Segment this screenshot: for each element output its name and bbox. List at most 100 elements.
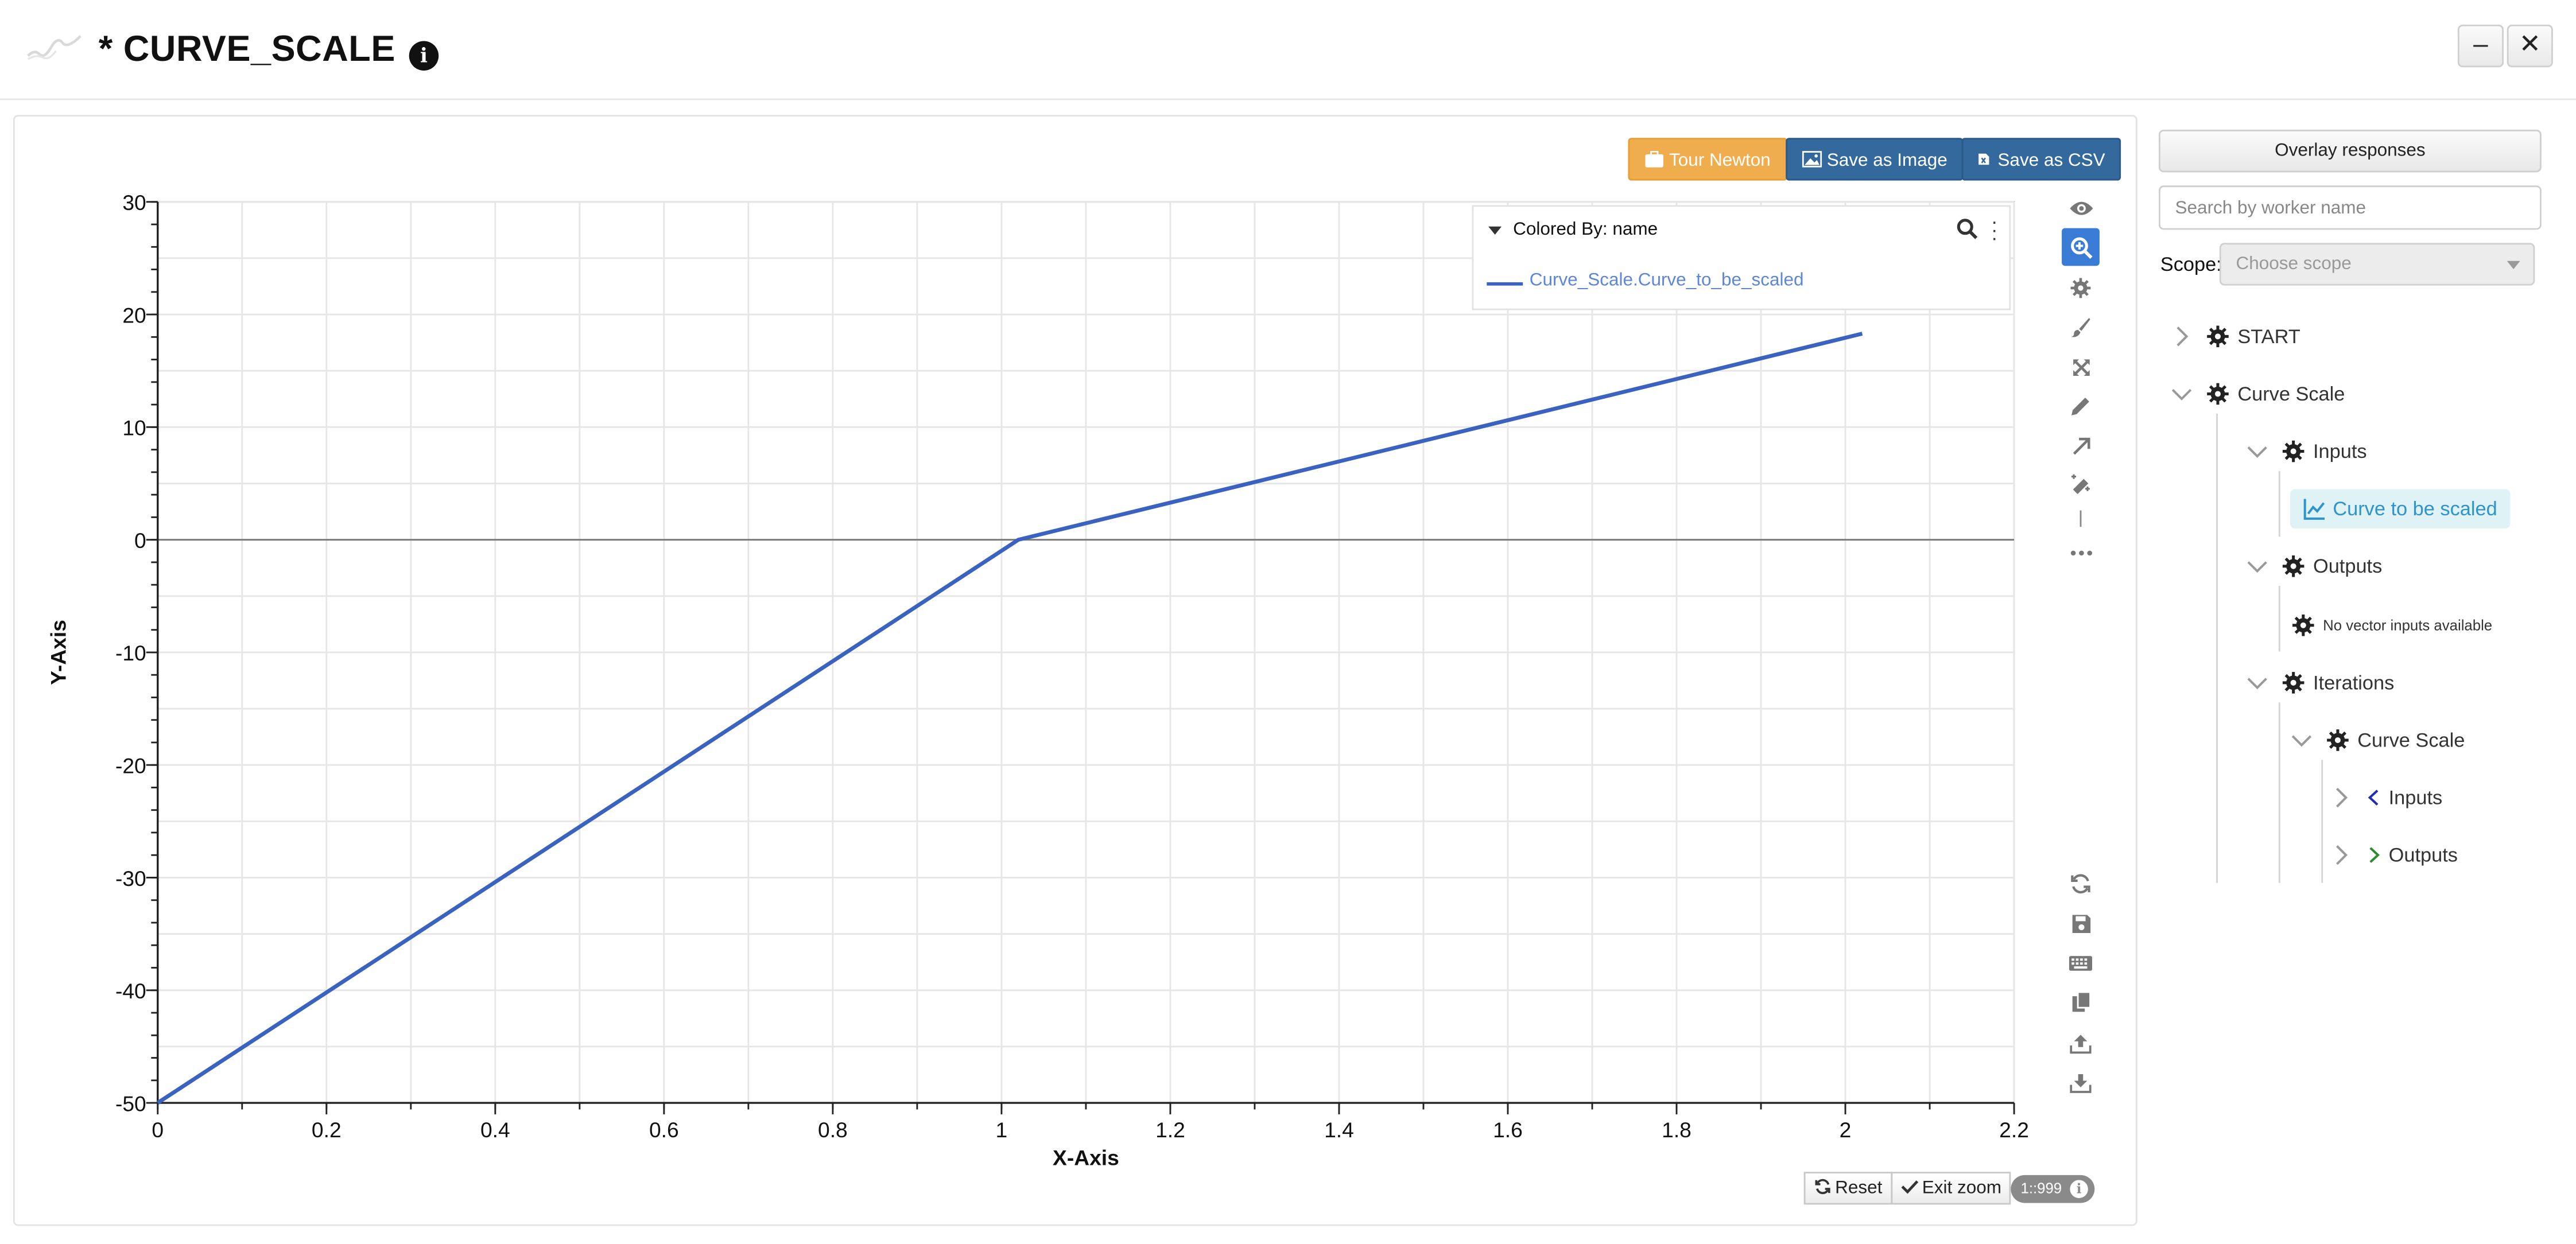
y-tick-label: -40 bbox=[115, 979, 146, 1003]
legend-header: Colored By: name bbox=[1513, 220, 1658, 240]
search-icon[interactable] bbox=[1957, 218, 1978, 239]
y-tick-label: 30 bbox=[122, 191, 146, 215]
tree-node-curve-to-be-scaled[interactable]: Curve to be scaled bbox=[2290, 489, 2511, 528]
chevron-down-icon[interactable] bbox=[2246, 555, 2269, 578]
chart-legend: Colored By: name · · · Curve_Scale.Curve_t… bbox=[1472, 205, 2011, 310]
exit-zoom-label: Exit zoom bbox=[1922, 1178, 2002, 1198]
tree-node-label: Curve Scale bbox=[2237, 382, 2345, 406]
x-tick-label: 1.2 bbox=[1155, 1118, 1185, 1142]
chevron-right-icon[interactable] bbox=[2330, 786, 2353, 809]
tree-node-outputs[interactable]: Outputs bbox=[2246, 548, 2383, 584]
chevron-down-icon[interactable] bbox=[2290, 729, 2313, 752]
download-icon[interactable] bbox=[2062, 1063, 2100, 1101]
tree-node-empty-message: No vector inputs available bbox=[2292, 607, 2492, 643]
chevron-down-icon[interactable] bbox=[2246, 671, 2269, 694]
check-icon bbox=[1901, 1180, 1919, 1194]
ratio-badge: 1::999 i bbox=[2011, 1175, 2095, 1203]
chevron-down-icon[interactable] bbox=[2246, 440, 2269, 463]
tree-guide-line bbox=[2216, 413, 2218, 883]
tree-node-iteration-inputs[interactable]: Inputs bbox=[2330, 780, 2443, 816]
suitcase-icon bbox=[1645, 151, 1663, 168]
y-axis-title: Y-Axis bbox=[46, 620, 70, 685]
chevron-right-icon bbox=[2369, 847, 2380, 863]
tree-node-label: START bbox=[2237, 325, 2300, 348]
x-tick-label: 0.2 bbox=[312, 1118, 342, 1142]
file-csv-icon bbox=[1978, 153, 1989, 165]
worker-search-input[interactable] bbox=[2158, 185, 2542, 230]
tree-node-label: Curve Scale bbox=[2357, 728, 2465, 752]
chevron-down-icon bbox=[2507, 261, 2520, 270]
more-icon[interactable] bbox=[2062, 534, 2100, 572]
chevron-right-icon[interactable] bbox=[2330, 843, 2353, 866]
tree-node-label: Outputs bbox=[2313, 554, 2383, 578]
tree-node-label: Curve to be scaled bbox=[2333, 497, 2497, 520]
keyboard-icon[interactable] bbox=[2062, 944, 2100, 982]
eraser-icon[interactable] bbox=[2062, 466, 2100, 504]
refresh-icon bbox=[1815, 1179, 1830, 1195]
toolbar-divider bbox=[2062, 500, 2100, 538]
brush-icon[interactable] bbox=[2062, 309, 2100, 347]
tree-guide-line bbox=[2321, 760, 2323, 883]
x-tick-label: 1.8 bbox=[1662, 1118, 1692, 1142]
expand-icon[interactable] bbox=[2062, 348, 2100, 386]
chevron-left-icon bbox=[2368, 790, 2379, 806]
close-button[interactable]: ✕ bbox=[2507, 24, 2553, 68]
reset-label: Reset bbox=[1835, 1178, 1883, 1198]
gear-icon bbox=[2282, 672, 2305, 694]
tree-node-curve-scale[interactable]: Curve Scale bbox=[2170, 376, 2345, 412]
tree-guide-line bbox=[2278, 586, 2280, 652]
save-csv-button[interactable]: Save as CSV bbox=[1961, 138, 2122, 181]
gear-icon bbox=[2292, 614, 2314, 636]
zoom-in-icon[interactable] bbox=[2062, 228, 2100, 266]
y-tick-label: -20 bbox=[115, 754, 146, 778]
x-tick-label: 1.4 bbox=[1324, 1118, 1354, 1142]
more-vertical-icon[interactable]: · · · bbox=[1989, 212, 1999, 248]
y-tick-label: -30 bbox=[115, 866, 146, 891]
gear-icon bbox=[2207, 325, 2229, 348]
collapse-caret-icon[interactable] bbox=[1488, 226, 1502, 235]
x-tick-label: 0.6 bbox=[649, 1118, 679, 1142]
save-icon[interactable] bbox=[2062, 904, 2100, 942]
save-csv-label: Save as CSV bbox=[1997, 151, 2105, 171]
reset-zoom-button[interactable]: Reset bbox=[1803, 1172, 1892, 1205]
pencil-icon[interactable] bbox=[2062, 387, 2100, 425]
x-tick-label: 1.6 bbox=[1493, 1118, 1523, 1142]
tree-node-iterations[interactable]: Iterations bbox=[2246, 664, 2394, 701]
tree-node-label: Inputs bbox=[2388, 786, 2443, 810]
ratio-badge-text: 1::999 bbox=[2020, 1180, 2062, 1197]
info-icon[interactable]: i bbox=[2070, 1180, 2088, 1198]
arrow-icon[interactable] bbox=[2062, 427, 2100, 465]
tree-guide-line bbox=[2278, 471, 2280, 537]
chevron-down-icon[interactable] bbox=[2170, 382, 2193, 405]
scope-placeholder: Choose scope bbox=[2236, 254, 2352, 274]
gear-icon bbox=[2207, 383, 2229, 405]
y-tick-label: 20 bbox=[122, 303, 146, 327]
line-chart-icon bbox=[2303, 499, 2325, 520]
tree-node-iteration-outputs[interactable]: Outputs bbox=[2330, 837, 2458, 873]
chevron-right-icon[interactable] bbox=[2170, 325, 2193, 348]
eye-icon[interactable] bbox=[2062, 189, 2100, 227]
refresh-icon[interactable] bbox=[2062, 865, 2100, 903]
y-tick-label: 0 bbox=[134, 528, 146, 553]
x-tick-label: 2.2 bbox=[1999, 1118, 2029, 1142]
exit-zoom-button[interactable]: Exit zoom bbox=[1891, 1172, 2012, 1205]
x-tick-label: 0 bbox=[152, 1118, 164, 1142]
upload-icon[interactable] bbox=[2062, 1024, 2100, 1062]
minimize-button[interactable]: – bbox=[2457, 24, 2504, 68]
legend-entry[interactable]: Curve_Scale.Curve_to_be_scaled bbox=[1530, 271, 1804, 290]
tree-node-iteration-curve-scale[interactable]: Curve Scale bbox=[2290, 722, 2465, 758]
tour-newton-button[interactable]: Tour Newton bbox=[1628, 138, 1787, 181]
copy-icon[interactable] bbox=[2062, 983, 2100, 1021]
gear-icon[interactable] bbox=[2062, 269, 2100, 307]
x-tick-label: 1 bbox=[996, 1118, 1008, 1142]
tree-guide-line bbox=[2278, 702, 2280, 883]
tree-node-start[interactable]: START bbox=[2170, 318, 2300, 355]
gear-icon bbox=[2282, 440, 2305, 462]
save-image-button[interactable]: Save as Image bbox=[1786, 138, 1964, 181]
y-tick-label: 10 bbox=[122, 416, 146, 440]
tree-node-inputs[interactable]: Inputs bbox=[2246, 433, 2367, 469]
line-chart[interactable]: 0 0.2 0.4 0.6 0.8 1 1.2 1.4 1.6 1.8 2 2.2 -50 -40 -30 -… bbox=[0, 0, 2136, 1223]
x-tick-label: 0.4 bbox=[480, 1118, 510, 1142]
overlay-responses-button[interactable]: Overlay responses bbox=[2158, 129, 2542, 173]
scope-select[interactable]: Choose scope bbox=[2219, 243, 2535, 286]
